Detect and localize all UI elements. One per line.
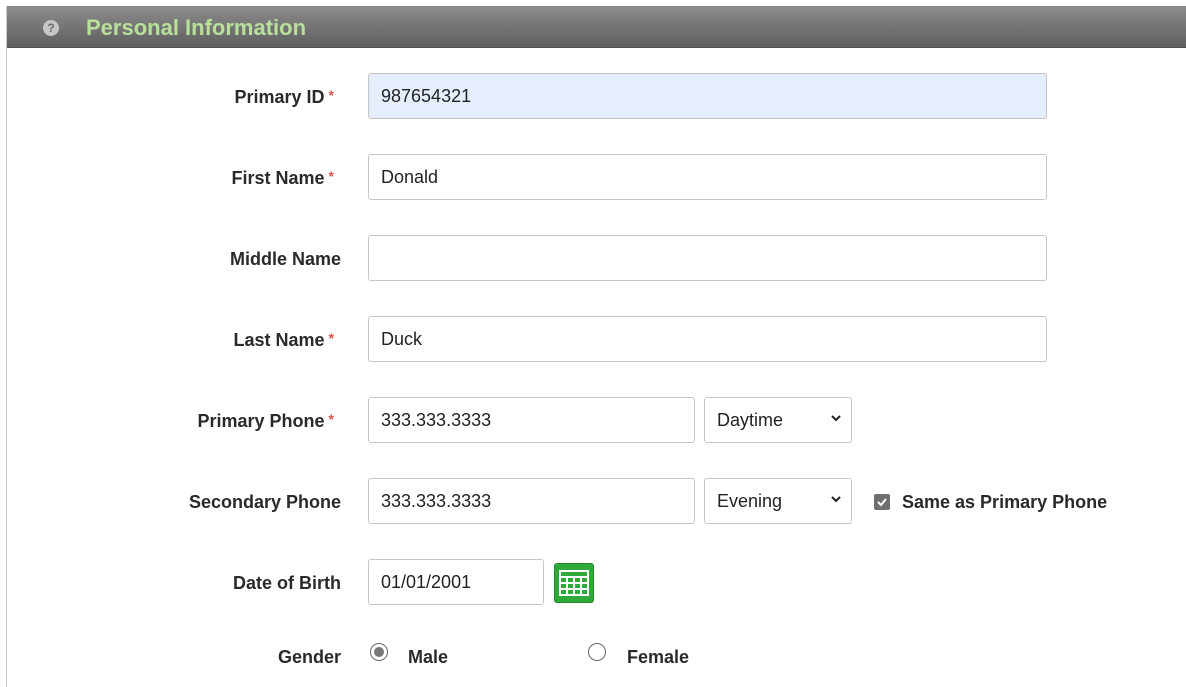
same-as-primary-label[interactable]: Same as Primary Phone (902, 492, 1107, 513)
calendar-icon[interactable] (554, 563, 594, 603)
first-name-input[interactable]: Donald (368, 154, 1047, 200)
calendar-grid-icon (559, 570, 589, 596)
date-of-birth-label: Date of Birth (233, 573, 341, 593)
primary-phone-type-select[interactable]: Daytime (704, 397, 852, 443)
chevron-down-icon (831, 496, 841, 503)
secondary-phone-input[interactable]: 333.333.3333 (368, 478, 695, 524)
last-name-label: Last Name * (233, 330, 335, 350)
gender-male-radio[interactable] (370, 643, 388, 661)
section-title: Personal Information (86, 15, 307, 40)
secondary-phone-type-select[interactable]: Evening (704, 478, 852, 524)
gender-female-radio[interactable] (588, 643, 606, 661)
primary-phone-input[interactable]: 333.333.3333 (368, 397, 695, 443)
required-asterisk: * (328, 87, 334, 103)
required-asterisk: * (328, 411, 334, 427)
chevron-down-icon (831, 415, 841, 422)
primary-phone-label: Primary Phone * (197, 411, 335, 431)
gender-label: Gender (277, 647, 341, 667)
section-header: ? Personal Information (7, 6, 1186, 48)
primary-id-input[interactable]: 987654321 (368, 73, 1047, 119)
last-name-input[interactable]: Duck (368, 316, 1047, 362)
middle-name-label: Middle Name (229, 249, 341, 269)
first-name-label: First Name * (231, 168, 335, 188)
question-circle-icon[interactable]: ? (43, 20, 59, 36)
secondary-phone-label: Secondary Phone (188, 492, 341, 512)
required-asterisk: * (328, 330, 334, 346)
gender-female-label[interactable]: Female (627, 647, 689, 668)
gender-male-label[interactable]: Male (408, 647, 448, 668)
primary-id-label: Primary ID * (234, 87, 335, 107)
date-of-birth-input[interactable]: 01/01/2001 (368, 559, 544, 605)
required-asterisk: * (328, 168, 334, 184)
middle-name-input[interactable] (368, 235, 1047, 281)
checkmark-icon (877, 498, 887, 507)
same-as-primary-checkbox[interactable] (874, 494, 890, 510)
